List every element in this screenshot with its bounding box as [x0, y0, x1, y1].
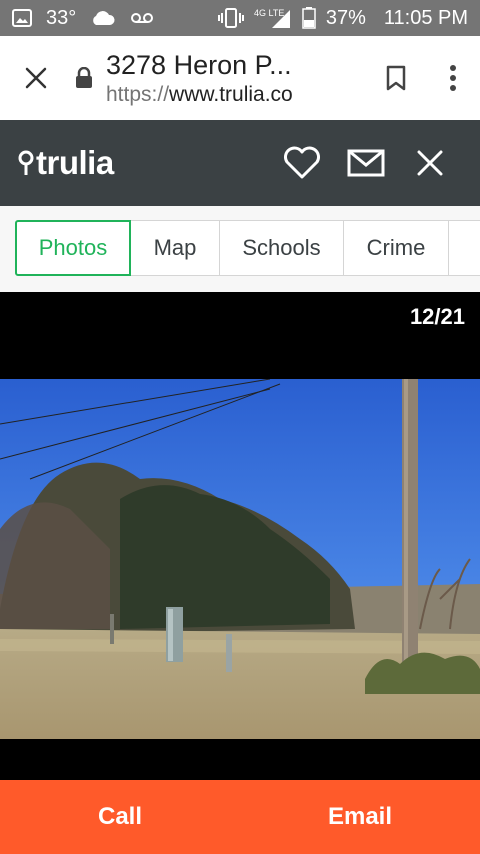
- tabs-bar: Photos Map Schools Crime: [0, 206, 480, 292]
- more-vert-icon: [450, 65, 456, 91]
- photo-counter: 12/21: [409, 304, 465, 329]
- share-email-button[interactable]: [334, 120, 398, 206]
- overflow-menu-button[interactable]: [426, 36, 480, 120]
- photo-gallery[interactable]: 12/21: [0, 292, 480, 780]
- page-url: https://www.trulia.co: [106, 83, 293, 107]
- url-text: 3278 Heron P... https://www.trulia.co: [106, 50, 293, 107]
- trulia-logo[interactable]: trulia: [18, 144, 114, 182]
- tab-photos[interactable]: Photos: [15, 220, 131, 276]
- bookmark-button[interactable]: [366, 36, 426, 120]
- close-listing-button[interactable]: [398, 120, 462, 206]
- cloud-icon: [90, 10, 116, 26]
- status-left: 33°: [12, 7, 154, 30]
- lock-icon: [72, 36, 96, 120]
- temperature: 33°: [46, 6, 77, 29]
- tab-crime[interactable]: Crime: [343, 220, 449, 276]
- call-button[interactable]: Call: [0, 780, 240, 854]
- url-host: www.trulia.co: [169, 82, 293, 106]
- clock: 11:05 PM: [383, 6, 468, 29]
- status-bar: 33° 4G LTE 37% 11:05 PM: [0, 0, 480, 36]
- listing-photo[interactable]: [0, 379, 480, 739]
- signal-icon: 4G LTE: [254, 7, 292, 29]
- url-scheme: https://: [106, 82, 170, 106]
- tab-map[interactable]: Map: [130, 220, 220, 276]
- heart-icon: [284, 146, 320, 179]
- image-icon: [12, 9, 32, 27]
- mail-icon: [347, 149, 385, 177]
- svg-text:4G LTE: 4G LTE: [254, 8, 284, 18]
- browser-toolbar: 3278 Heron P... https://www.trulia.co: [0, 36, 480, 120]
- battery-percent: 37%: [325, 6, 366, 29]
- logo-text: trulia: [36, 144, 114, 181]
- close-tab-button[interactable]: [0, 36, 72, 120]
- email-button[interactable]: Email: [240, 780, 480, 854]
- tab-next-partial[interactable]: [448, 220, 480, 276]
- contact-action-bar: Call Email: [0, 780, 480, 854]
- bookmark-icon: [386, 65, 406, 91]
- location-pin-icon: [18, 150, 34, 176]
- page-title: 3278 Heron P...: [106, 49, 292, 80]
- tab-list: Photos Map Schools Crime: [15, 220, 480, 276]
- close-icon: [25, 67, 47, 89]
- tab-schools[interactable]: Schools: [219, 220, 344, 276]
- site-header: trulia: [0, 120, 480, 206]
- vibrate-icon: [217, 8, 244, 28]
- header-actions: [270, 120, 462, 206]
- url-bar[interactable]: 3278 Heron P... https://www.trulia.co: [72, 36, 366, 120]
- save-favorite-button[interactable]: [270, 120, 334, 206]
- voicemail-icon: [130, 12, 154, 24]
- close-icon: [417, 150, 443, 176]
- status-right: 4G LTE 37% 11:05 PM: [217, 6, 468, 30]
- battery-icon: [302, 7, 316, 29]
